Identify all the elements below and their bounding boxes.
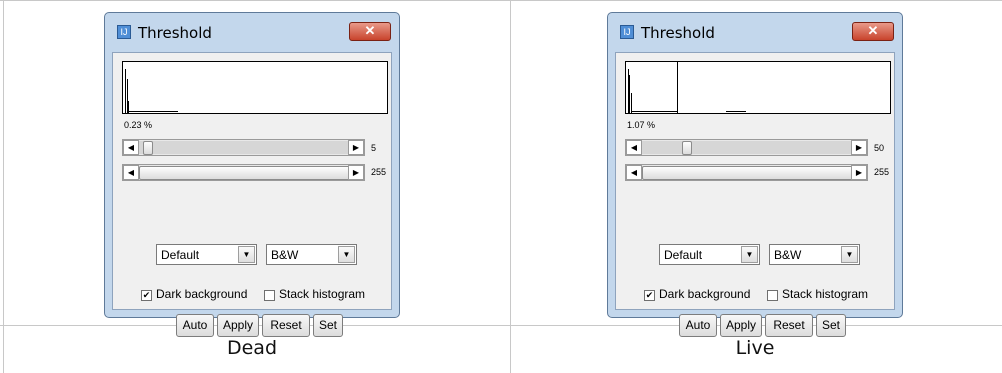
min-threshold-slider[interactable]: ◀ ▶ xyxy=(122,139,365,156)
threshold-window: IJ Threshold ✕ 0.23 % ◀ ▶ 5 ◀ ▶ 255 Defa… xyxy=(104,12,400,337)
method-select[interactable]: Default ▼ xyxy=(659,244,760,265)
stack-histogram-label: Stack histogram xyxy=(782,287,869,301)
min-threshold-value: 5 xyxy=(371,143,377,153)
scroll-right-arrow-icon[interactable]: ▶ xyxy=(348,140,364,155)
slider-thumb[interactable] xyxy=(143,141,153,155)
scroll-left-arrow-icon[interactable]: ◀ xyxy=(123,165,139,180)
scroll-left-arrow-icon[interactable]: ◀ xyxy=(626,165,642,180)
slider-thumb[interactable] xyxy=(139,166,350,180)
title-bar[interactable]: IJ Threshold ✕ xyxy=(105,13,399,53)
dark-background-checkbox[interactable]: ✔ xyxy=(141,290,152,301)
close-button[interactable]: ✕ xyxy=(349,22,391,41)
threshold-percentage: 1.07 % xyxy=(627,120,656,130)
scroll-left-arrow-icon[interactable]: ◀ xyxy=(626,140,642,155)
window-title: Threshold xyxy=(641,24,715,42)
dropdown-arrow-icon[interactable]: ▼ xyxy=(841,246,858,263)
grid-line-middle xyxy=(0,325,1002,326)
imagej-icon: IJ xyxy=(620,25,634,39)
slider-thumb[interactable] xyxy=(682,141,692,155)
dropdown-arrow-icon[interactable]: ▼ xyxy=(338,246,355,263)
display-mode-select-value: B&W xyxy=(271,248,299,262)
auto-button[interactable]: Auto xyxy=(176,314,214,337)
dropdown-arrow-icon[interactable]: ▼ xyxy=(238,246,255,263)
slider-track[interactable] xyxy=(139,166,350,180)
scroll-right-arrow-icon[interactable]: ▶ xyxy=(851,140,867,155)
imagej-icon: IJ xyxy=(117,25,131,39)
set-button[interactable]: Set xyxy=(816,314,846,337)
dark-background-label: Dark background xyxy=(659,287,751,301)
auto-button[interactable]: Auto xyxy=(679,314,717,337)
title-bar[interactable]: IJ Threshold ✕ xyxy=(608,13,902,53)
min-threshold-slider[interactable]: ◀ ▶ xyxy=(625,139,868,156)
window-client-area: 0.23 % ◀ ▶ 5 ◀ ▶ 255 Default ▼ B&W ▼ ✔ D… xyxy=(112,52,392,337)
apply-button[interactable]: Apply xyxy=(720,314,762,337)
grid-line-center xyxy=(510,0,511,373)
histogram-tail xyxy=(631,111,677,112)
histogram-spike xyxy=(631,93,632,113)
slider-track[interactable] xyxy=(642,166,853,180)
display-mode-select[interactable]: B&W ▼ xyxy=(266,244,357,265)
grid-line-top xyxy=(0,0,1002,1)
max-threshold-slider[interactable]: ◀ ▶ xyxy=(122,164,365,181)
method-select-value: Default xyxy=(664,248,703,262)
panel-caption-dead: Dead xyxy=(226,337,278,359)
min-threshold-value: 50 xyxy=(874,143,885,153)
dark-background-checkbox[interactable]: ✔ xyxy=(644,290,655,301)
scroll-left-arrow-icon[interactable]: ◀ xyxy=(123,140,139,155)
slider-track[interactable] xyxy=(642,141,851,155)
stack-histogram-label: Stack histogram xyxy=(279,287,366,301)
threshold-percentage: 0.23 % xyxy=(124,120,153,130)
histogram-spike xyxy=(629,75,630,113)
slider-track[interactable] xyxy=(139,141,348,155)
set-button[interactable]: Set xyxy=(313,314,343,337)
method-select-value: Default xyxy=(161,248,200,262)
display-mode-select[interactable]: B&W ▼ xyxy=(769,244,860,265)
stack-histogram-checkbox[interactable] xyxy=(767,290,778,301)
reset-button[interactable]: Reset xyxy=(765,314,813,337)
scroll-right-arrow-icon[interactable]: ▶ xyxy=(851,165,867,180)
method-select[interactable]: Default ▼ xyxy=(156,244,257,265)
display-mode-select-value: B&W xyxy=(774,248,802,262)
histogram-plot xyxy=(122,61,388,114)
histogram-spike xyxy=(125,69,126,113)
threshold-window: IJ Threshold ✕ 1.07 % ◀ ▶ 50 ◀ ▶ 255 Def… xyxy=(607,12,903,337)
slider-thumb[interactable] xyxy=(642,166,853,180)
dropdown-arrow-icon[interactable]: ▼ xyxy=(741,246,758,263)
panel-caption-live: Live xyxy=(735,337,775,359)
grid-line-left xyxy=(3,0,4,373)
window-title: Threshold xyxy=(138,24,212,42)
scroll-right-arrow-icon[interactable]: ▶ xyxy=(348,165,364,180)
histogram-tail xyxy=(128,111,178,112)
max-threshold-slider[interactable]: ◀ ▶ xyxy=(625,164,868,181)
histogram-plot xyxy=(625,61,891,114)
window-client-area: 1.07 % ◀ ▶ 50 ◀ ▶ 255 Default ▼ B&W ▼ ✔ … xyxy=(615,52,895,337)
dark-background-label: Dark background xyxy=(156,287,248,301)
max-threshold-value: 255 xyxy=(371,167,387,177)
close-button[interactable]: ✕ xyxy=(852,22,894,41)
reset-button[interactable]: Reset xyxy=(262,314,310,337)
histogram-tail xyxy=(726,111,746,112)
stack-histogram-checkbox[interactable] xyxy=(264,290,275,301)
max-threshold-value: 255 xyxy=(874,167,890,177)
apply-button[interactable]: Apply xyxy=(217,314,259,337)
threshold-marker-line xyxy=(677,62,678,113)
